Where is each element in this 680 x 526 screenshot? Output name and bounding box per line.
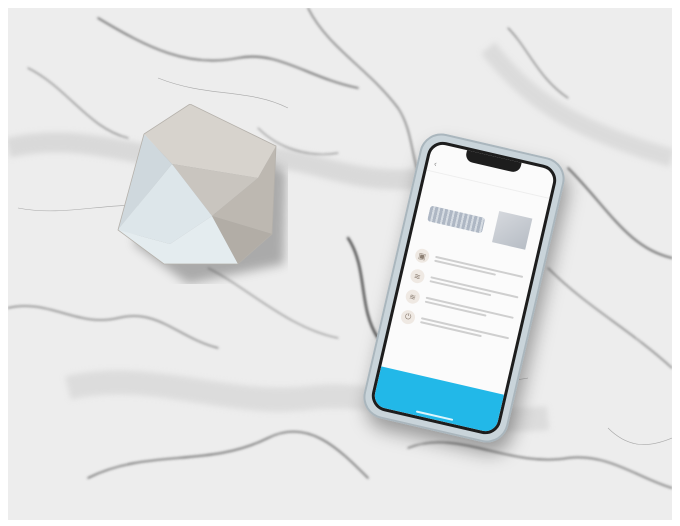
smart-hub-device [108, 103, 288, 289]
setup-steps-list: ▣ ≋ ≋ ⏻ [398, 247, 524, 354]
product-illustration [425, 196, 533, 252]
home-indicator [415, 410, 454, 421]
status-time [438, 146, 440, 156]
wifi-icon: ≋ [404, 288, 422, 306]
plug-icon: ⏻ [399, 308, 417, 326]
wifi-icon: ≋ [409, 267, 426, 285]
controller-illustration [492, 210, 533, 250]
chevron-left-icon[interactable]: ‹ [433, 159, 438, 168]
status-icons [545, 171, 547, 181]
hub-illustration [427, 205, 486, 234]
hub-icon: ▣ [413, 247, 431, 265]
marble-table-photo: ‹ ▣ ≋ ≋ ⏻ [8, 8, 672, 520]
